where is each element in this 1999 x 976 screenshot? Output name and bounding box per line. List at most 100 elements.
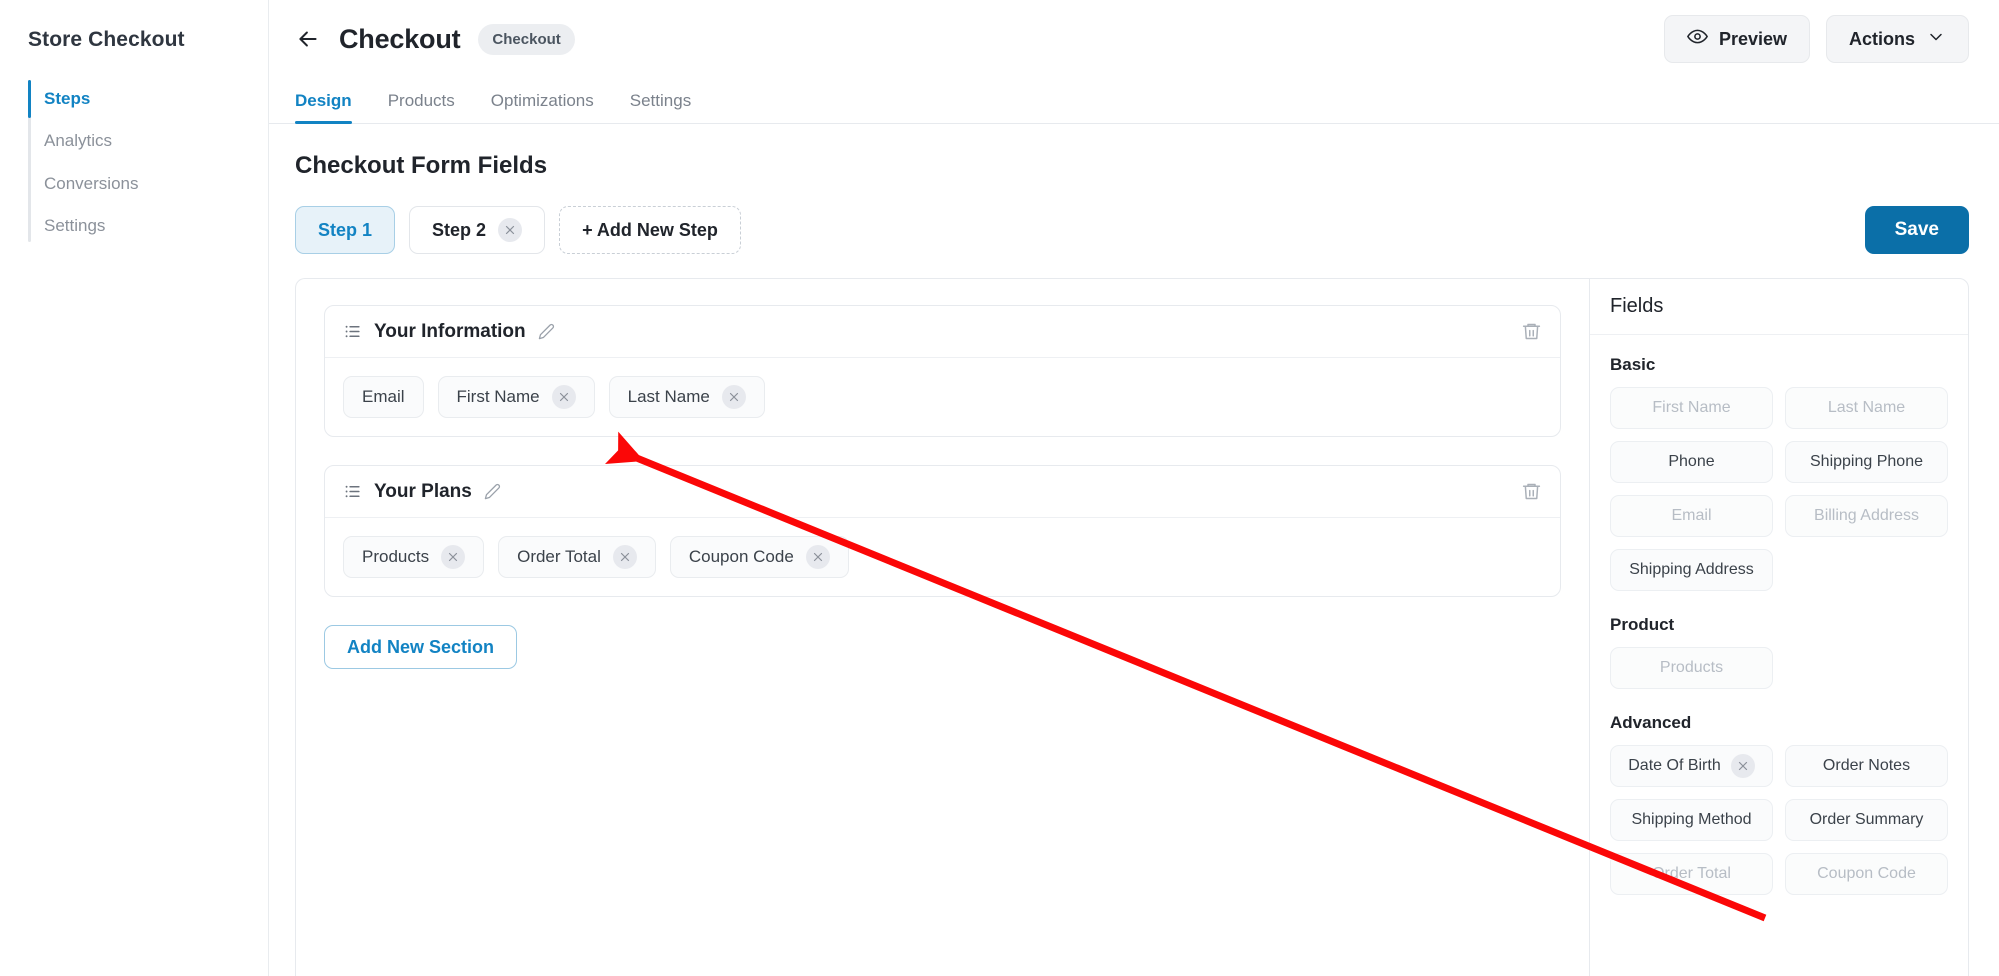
panel-chip-label: Billing Address <box>1814 507 1919 524</box>
add-new-section-button[interactable]: Add New Section <box>324 625 518 669</box>
sidebar-item-label: Conversions <box>44 173 139 193</box>
list-drag-icon[interactable] <box>343 482 362 501</box>
page-heading: Checkout Form Fields <box>295 152 548 179</box>
tab-label: Optimizations <box>490 91 594 110</box>
sidebar-nav: Steps Analytics Conversions Settings <box>0 78 268 248</box>
fields-group-basic: Basic First Name Last Name Phone Shippin… <box>1610 355 1948 591</box>
panel-chip-order-summary[interactable]: Order Summary <box>1785 799 1948 841</box>
sidebar-item-steps[interactable]: Steps <box>28 78 268 120</box>
actions-button[interactable]: Actions <box>1825 15 1969 63</box>
tab-optimizations[interactable]: Optimizations <box>473 91 612 123</box>
form-field-label: Last Name <box>627 387 710 406</box>
sidebar: Store Checkout Steps Analytics Conversio… <box>0 0 268 976</box>
chevron-down-icon <box>1926 27 1946 52</box>
eye-icon <box>1687 26 1708 52</box>
panel-chip-label: Order Total <box>1652 865 1731 882</box>
fields-group-chips: Date Of Birth Order Notes Shipping Metho… <box>1610 745 1948 895</box>
panel-chip-order-notes[interactable]: Order Notes <box>1785 745 1948 787</box>
panel-chip-email[interactable]: Email <box>1610 495 1773 537</box>
page-title: Checkout <box>339 23 461 54</box>
form-section-header: Your Information <box>325 306 1560 358</box>
tab-bar: Design Products Optimizations Settings <box>269 78 1999 124</box>
content-area: Checkout Form Fields Step 1 Step 2 + Add… <box>269 124 1999 976</box>
remove-field-icon[interactable] <box>1730 754 1755 778</box>
main-region: Checkout Checkout Preview Actions Design… <box>268 0 1999 976</box>
add-new-step-label: + Add New Step <box>582 219 718 240</box>
form-field-chip[interactable]: First Name <box>437 376 595 418</box>
pencil-icon[interactable] <box>538 323 555 340</box>
panel-chip-coupon-code[interactable]: Coupon Code <box>1785 853 1948 895</box>
sidebar-item-conversions[interactable]: Conversions <box>44 163 268 205</box>
preview-button[interactable]: Preview <box>1663 15 1810 63</box>
tab-label: Settings <box>629 91 692 110</box>
arrow-left-icon[interactable] <box>291 22 325 56</box>
panel-chip-last-name[interactable]: Last Name <box>1785 387 1948 429</box>
fields-group-title: Advanced <box>1610 713 1692 732</box>
tab-design[interactable]: Design <box>295 91 370 124</box>
form-field-chip[interactable]: Products <box>343 536 485 578</box>
tab-products[interactable]: Products <box>370 91 473 123</box>
panel-chip-label: Phone <box>1668 453 1715 470</box>
steps-toolbar: Step 1 Step 2 + Add New Step Save <box>295 206 1969 254</box>
fields-group-chips: First Name Last Name Phone Shipping Phon… <box>1610 387 1948 591</box>
panel-chip-billing-address[interactable]: Billing Address <box>1785 495 1948 537</box>
panel-chip-first-name[interactable]: First Name <box>1610 387 1773 429</box>
topbar: Checkout Checkout Preview Actions <box>269 0 1999 78</box>
panel-chip-shipping-phone[interactable]: Shipping Phone <box>1785 441 1948 483</box>
sidebar-item-label: Steps <box>44 89 91 108</box>
form-field-label: Email <box>362 387 405 406</box>
panel-chip-label: Shipping Phone <box>1810 453 1923 470</box>
panel-chip-order-total[interactable]: Order Total <box>1610 853 1773 895</box>
tab-settings[interactable]: Settings <box>612 91 709 123</box>
panel-chip-phone[interactable]: Phone <box>1610 441 1773 483</box>
panel-chip-products[interactable]: Products <box>1610 647 1773 689</box>
sidebar-item-analytics[interactable]: Analytics <box>44 120 268 162</box>
pencil-icon[interactable] <box>484 483 501 500</box>
step-tab-label: Step 1 <box>318 219 373 240</box>
step-tab-1[interactable]: Step 1 <box>295 206 396 254</box>
tab-label: Design <box>295 91 352 110</box>
form-section-fields: Products Order Total Coupon Code <box>325 518 1560 596</box>
form-field-chip-coupon-code[interactable]: Coupon Code <box>669 536 849 578</box>
remove-field-icon[interactable] <box>612 545 637 569</box>
fields-panel-title: Fields <box>1590 279 1968 335</box>
panel-chip-label: Shipping Method <box>1631 811 1752 828</box>
step-tab-2[interactable]: Step 2 <box>409 206 546 254</box>
remove-field-icon[interactable] <box>441 545 466 569</box>
app-root: Store Checkout Steps Analytics Conversio… <box>0 0 1999 976</box>
panel-chip-label: Order Summary <box>1809 811 1924 828</box>
form-section-title: Your Information <box>374 320 526 342</box>
fields-group-title: Basic <box>1610 355 1656 374</box>
panel-chip-label: First Name <box>1652 399 1731 416</box>
remove-field-icon[interactable] <box>721 385 746 409</box>
form-section-title: Your Plans <box>374 480 472 502</box>
panel-chip-label: Coupon Code <box>1817 865 1916 882</box>
sidebar-item-settings[interactable]: Settings <box>44 205 268 247</box>
panel-chip-date-of-birth[interactable]: Date Of Birth <box>1610 745 1773 787</box>
panel-chip-shipping-method[interactable]: Shipping Method <box>1610 799 1773 841</box>
panel-chip-label: Order Notes <box>1822 757 1911 774</box>
preview-button-label: Preview <box>1718 28 1787 49</box>
fields-group-title: Product <box>1610 615 1675 634</box>
sidebar-nav-list: Steps Analytics Conversions Settings <box>28 78 268 248</box>
form-field-chip[interactable]: Email <box>343 376 424 418</box>
form-section-header: Your Plans <box>325 466 1560 518</box>
fields-panel-body: Basic First Name Last Name Phone Shippin… <box>1590 335 1968 915</box>
sidebar-item-label: Analytics <box>44 131 113 151</box>
panel-chip-label: Products <box>1659 659 1724 676</box>
remove-step-icon[interactable] <box>498 218 523 242</box>
form-field-chip[interactable]: Last Name <box>608 376 765 418</box>
save-button[interactable]: Save <box>1864 206 1969 254</box>
form-field-chip[interactable]: Order Total <box>498 536 656 578</box>
builder-area: Your Information Email First Name Last N… <box>295 278 1969 976</box>
form-field-label: Products <box>362 547 430 566</box>
add-new-step-button[interactable]: + Add New Step <box>559 206 741 254</box>
remove-field-icon[interactable] <box>551 385 576 409</box>
actions-button-label: Actions <box>1848 28 1915 49</box>
remove-field-icon[interactable] <box>805 545 830 569</box>
status-badge: Checkout <box>478 23 575 55</box>
trash-icon[interactable] <box>1521 481 1542 502</box>
trash-icon[interactable] <box>1521 321 1542 342</box>
list-drag-icon[interactable] <box>343 322 362 341</box>
panel-chip-shipping-address[interactable]: Shipping Address <box>1610 549 1773 591</box>
